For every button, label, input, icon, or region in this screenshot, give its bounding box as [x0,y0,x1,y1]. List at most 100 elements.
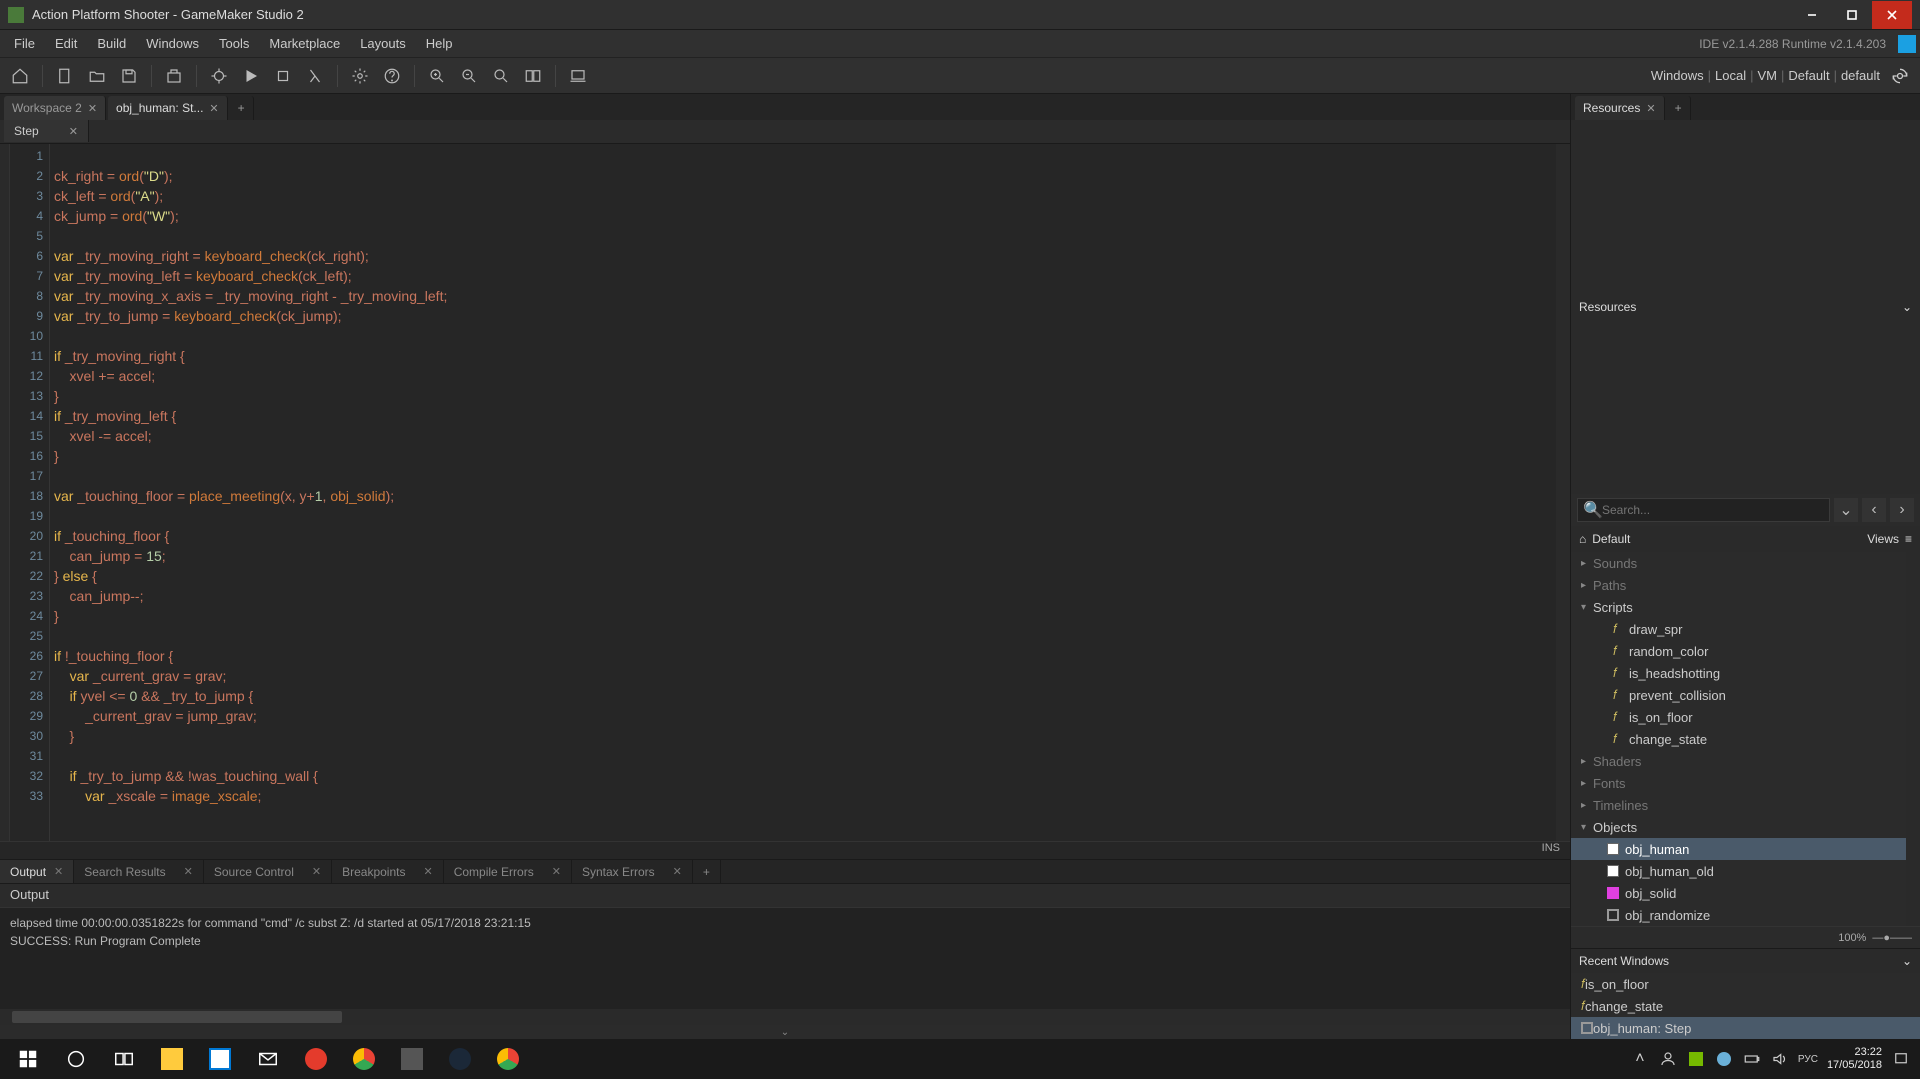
tree-draw_spr[interactable]: 𝑓draw_spr [1571,618,1920,640]
search-next-button[interactable]: › [1890,498,1914,522]
menu-icon[interactable]: ≡ [1905,532,1912,546]
tree-shaders[interactable]: ▸ Shaders [1571,750,1920,772]
tree-change_state[interactable]: 𝑓change_state [1571,728,1920,750]
resource-search-input[interactable] [1577,498,1830,522]
gamemaker-icon[interactable] [388,1039,436,1079]
tray-up-icon[interactable]: ˄ [1631,1050,1649,1068]
tree-obj_randomize[interactable]: obj_randomize [1571,904,1920,926]
add-tab-button[interactable]: + [230,96,254,120]
file-explorer-icon[interactable] [148,1039,196,1079]
opera-icon[interactable] [292,1039,340,1079]
close-button[interactable] [1872,1,1912,29]
output-tab-source-control[interactable]: Source Control✕ [204,860,332,883]
people-icon[interactable] [1659,1050,1677,1068]
add-output-tab[interactable]: + [693,860,721,883]
chrome2-icon[interactable] [484,1039,532,1079]
tree-paths[interactable]: ▸ Paths [1571,574,1920,596]
recent-header[interactable]: Recent Windows ⌄ [1571,949,1920,973]
tree-random_color[interactable]: 𝑓random_color [1571,640,1920,662]
tree-obj_human[interactable]: obj_human [1571,838,1920,860]
tab-obj-human[interactable]: obj_human: St...✕ [108,96,228,120]
new-project-button[interactable] [51,62,79,90]
tab-workspace[interactable]: Workspace 2✕ [4,96,106,120]
save-button[interactable] [115,62,143,90]
output-tab-compile-errors[interactable]: Compile Errors✕ [444,860,572,883]
code-content[interactable]: ck_right = ord("D");ck_left = ord("A");c… [50,144,1556,841]
tree-is_headshotting[interactable]: 𝑓is_headshotting [1571,662,1920,684]
code-editor[interactable]: 1234567891011121314151617181920212223242… [0,144,1570,841]
open-project-button[interactable] [83,62,111,90]
docking-button[interactable] [519,62,547,90]
debug-button[interactable] [205,62,233,90]
start-button[interactable] [4,1039,52,1079]
tree-objects[interactable]: ▾ Objects [1571,816,1920,838]
output-tab-search-results[interactable]: Search Results✕ [74,860,204,883]
nvidia-icon[interactable] [1687,1050,1705,1068]
breakpoint-gutter[interactable] [0,144,10,841]
store-icon[interactable] [196,1039,244,1079]
tree-timelines[interactable]: ▸ Timelines [1571,794,1920,816]
menu-edit[interactable]: Edit [45,32,87,55]
recent-change_state[interactable]: 𝑓change_state [1571,995,1920,1017]
clean-button[interactable] [301,62,329,90]
tree-is_on_floor[interactable]: 𝑓is_on_floor [1571,706,1920,728]
task-view-button[interactable] [100,1039,148,1079]
minimize-button[interactable] [1792,1,1832,29]
help-button[interactable] [378,62,406,90]
home-button[interactable] [6,62,34,90]
close-icon[interactable]: ✕ [88,102,97,115]
target-refresh-icon[interactable] [1890,66,1910,86]
output-tab-syntax-errors[interactable]: Syntax Errors✕ [572,860,693,883]
chevron-down-icon[interactable]: ⌄ [1902,954,1912,968]
menu-file[interactable]: File [4,32,45,55]
output-tab-output[interactable]: Output✕ [0,860,74,883]
tree-prevent_collision[interactable]: 𝑓prevent_collision [1571,684,1920,706]
battery-icon[interactable] [1743,1050,1761,1068]
create-exe-button[interactable] [160,62,188,90]
close-icon[interactable]: ✕ [69,125,78,138]
laptop-mode-button[interactable] [564,62,592,90]
view-default-row[interactable]: ⌂Default Views≡ [1571,526,1920,552]
tab-step[interactable]: Step✕ [4,120,89,142]
mail-icon[interactable] [244,1039,292,1079]
maximize-button[interactable] [1832,1,1872,29]
weather-icon[interactable] [1715,1050,1733,1068]
resource-tree[interactable]: ▸ Sounds▸ Paths▾ Scripts𝑓draw_spr𝑓random… [1571,552,1920,926]
output-content[interactable]: elapsed time 00:00:00.0351822s for comma… [0,908,1570,1009]
tree-sounds[interactable]: ▸ Sounds [1571,552,1920,574]
chrome-icon[interactable] [340,1039,388,1079]
vertical-scrollbar[interactable] [1556,144,1570,841]
tree-scripts[interactable]: ▾ Scripts [1571,596,1920,618]
close-icon[interactable]: ✕ [552,865,561,878]
tree-obj_solid[interactable]: obj_solid [1571,882,1920,904]
menu-build[interactable]: Build [87,32,136,55]
steam-icon[interactable] [436,1039,484,1079]
close-icon[interactable]: ✕ [673,865,682,878]
close-icon[interactable]: ✕ [423,865,432,878]
language-icon[interactable]: РУС [1799,1050,1817,1068]
zoom-slider[interactable]: —●—— [1872,932,1912,944]
game-options-button[interactable] [346,62,374,90]
tree-scrollbar[interactable] [1906,552,1920,926]
recent-obj_human-step[interactable]: obj_human: Step [1571,1017,1920,1039]
horizontal-scrollbar[interactable] [0,1009,1570,1025]
cortana-button[interactable] [52,1039,100,1079]
close-icon[interactable]: ✕ [312,865,321,878]
close-icon[interactable]: ✕ [54,865,63,878]
run-button[interactable] [237,62,265,90]
notifications-icon[interactable] [1892,1050,1910,1068]
zoom-in-button[interactable] [423,62,451,90]
menu-windows[interactable]: Windows [136,32,209,55]
menu-layouts[interactable]: Layouts [350,32,416,55]
close-icon[interactable]: ✕ [1646,102,1655,115]
zoom-out-button[interactable] [455,62,483,90]
clock[interactable]: 23:22 17/05/2018 [1827,1046,1882,1072]
tree-obj_human_old[interactable]: obj_human_old [1571,860,1920,882]
recent-is_on_floor[interactable]: 𝑓is_on_floor [1571,973,1920,995]
output-tab-breakpoints[interactable]: Breakpoints✕ [332,860,444,883]
menu-tools[interactable]: Tools [209,32,259,55]
stop-button[interactable] [269,62,297,90]
target-selector[interactable]: Windows| Local| VM| Default| default [1651,66,1916,86]
tree-fonts[interactable]: ▸ Fonts [1571,772,1920,794]
volume-icon[interactable] [1771,1050,1789,1068]
